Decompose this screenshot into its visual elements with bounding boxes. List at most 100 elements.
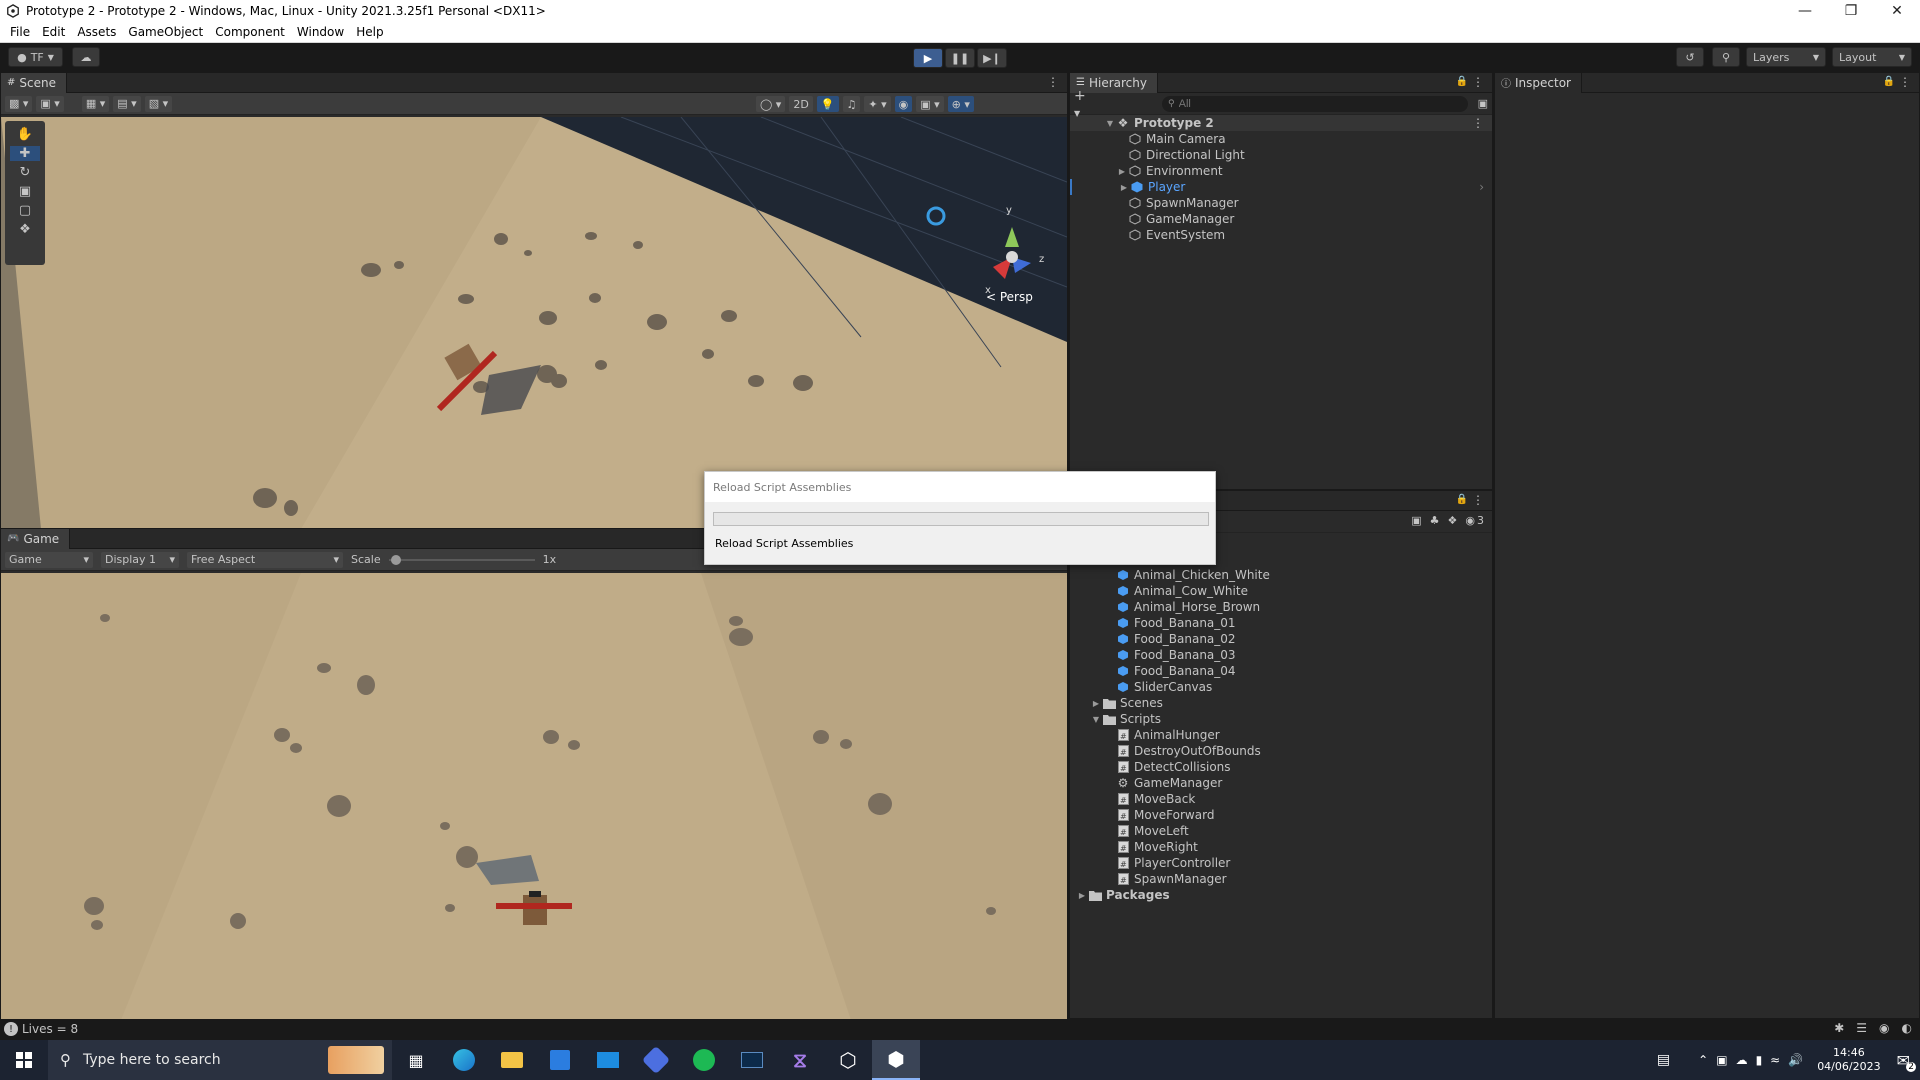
project-asset-row[interactable]: Animal_Chicken_White (1070, 567, 1492, 583)
display-dropdown[interactable]: Display 1 ▾ (101, 551, 179, 568)
account-dropdown[interactable]: ● TF ▼ (8, 47, 63, 67)
lock-icon[interactable]: 🔒 (1456, 76, 1468, 87)
menu-assets[interactable]: Assets (71, 25, 122, 39)
microphone-icon[interactable]: ▮ (1756, 1053, 1763, 1067)
project-asset-row[interactable]: # DetectCollisions (1070, 759, 1492, 775)
render-mode-dropdown[interactable]: ▣ ▾ (36, 95, 64, 112)
grid-snap-dropdown[interactable]: ▦ ▾ (81, 95, 110, 112)
status-message[interactable]: Lives = 8 (22, 1022, 78, 1036)
chevron-up-icon[interactable]: ⌃ (1698, 1053, 1708, 1067)
effects-dropdown[interactable]: ✦ ▾ (864, 96, 891, 112)
unity-editor-button[interactable]: ⬢ (872, 1040, 920, 1080)
toggle-2d-button[interactable]: 2D (789, 96, 813, 112)
cloud-button[interactable]: ☁ (72, 47, 100, 67)
project-asset-row[interactable]: # MoveForward (1070, 807, 1492, 823)
layout-dropdown[interactable]: Layout ▼ (1832, 47, 1912, 67)
news-widget-icon[interactable]: ▤ (1657, 1052, 1670, 1068)
expanded-arrow-icon[interactable]: ▼ (1090, 715, 1102, 724)
panel-menu-icon[interactable]: ⋮ (1472, 493, 1484, 507)
step-button[interactable]: ▶❙ (977, 48, 1007, 68)
project-asset-row[interactable]: # MoveRight (1070, 839, 1492, 855)
persp-label[interactable]: < Persp (986, 290, 1033, 304)
aspect-dropdown[interactable]: Free Aspect ▾ (187, 551, 343, 568)
hierarchy-item[interactable]: ▶ Environment (1070, 163, 1492, 179)
media-app-button[interactable] (632, 1040, 680, 1080)
hidden-objects-toggle-icon[interactable]: ◉ (894, 96, 913, 112)
collapsed-arrow-icon[interactable]: ▶ (1118, 183, 1130, 192)
hidden-packages-icon[interactable]: ◉ (1465, 514, 1475, 527)
grid-visibility-dropdown[interactable]: ▤ ▾ (113, 95, 141, 112)
rect-tool-icon[interactable]: ▢ (19, 203, 31, 218)
layers-dropdown[interactable]: Layers ▼ (1746, 47, 1826, 67)
project-asset-row[interactable]: # SpawnManager (1070, 871, 1492, 887)
camera-icon[interactable]: ▣ (1716, 1053, 1727, 1067)
project-asset-row[interactable]: Food_Banana_02 (1070, 631, 1492, 647)
undo-history-button[interactable]: ↺ (1676, 47, 1704, 67)
gizmos-dropdown[interactable]: ⊕ ▾ (947, 96, 974, 112)
audio-toggle-icon[interactable]: ♫ (842, 96, 861, 112)
panel-menu-icon[interactable]: ⋮ (1472, 75, 1484, 89)
tab-scene[interactable]: # Scene (1, 72, 67, 93)
task-view-button[interactable]: ▦ (392, 1040, 440, 1080)
close-button[interactable]: ✕ (1874, 0, 1920, 22)
hierarchy-search-input[interactable] (1178, 97, 1439, 110)
project-asset-row[interactable]: Food_Banana_04 (1070, 663, 1492, 679)
project-asset-row[interactable]: # PlayerController (1070, 855, 1492, 871)
project-asset-row[interactable]: Food_Banana_03 (1070, 647, 1492, 663)
search-by-label-icon[interactable]: ♣ (1430, 514, 1440, 527)
spotify-button[interactable] (680, 1040, 728, 1080)
chevron-right-icon[interactable]: › (1479, 180, 1484, 194)
onedrive-icon[interactable]: ☁ (1736, 1053, 1748, 1067)
hierarchy-search[interactable]: ⚲ (1162, 95, 1468, 112)
favorites-icon[interactable]: ❖ (1448, 514, 1458, 527)
file-explorer-button[interactable] (488, 1040, 536, 1080)
play-button[interactable]: ▶ (913, 48, 943, 68)
collapsed-arrow-icon[interactable]: ▶ (1090, 699, 1102, 708)
restore-button[interactable]: ❐ (1828, 0, 1874, 22)
collapsed-arrow-icon[interactable]: ▶ (1116, 167, 1128, 176)
menu-file[interactable]: File (4, 25, 36, 39)
camera-settings-dropdown[interactable]: ▣ ▾ (916, 96, 944, 112)
project-folder-row[interactable]: ▶ Packages (1070, 887, 1492, 903)
hierarchy-item[interactable]: Directional Light (1070, 147, 1492, 163)
game-view-dropdown[interactable]: Game ▾ (5, 551, 93, 568)
clock[interactable]: 14:46 04/06/2023 (1817, 1046, 1880, 1074)
store-button[interactable] (536, 1040, 584, 1080)
lock-icon[interactable]: 🔒 (1883, 76, 1895, 87)
wifi-icon[interactable]: ≈ (1770, 1053, 1780, 1067)
pause-button[interactable]: ❚❚ (945, 48, 975, 68)
visual-studio-button[interactable]: ⧖ (776, 1040, 824, 1080)
collapsed-arrow-icon[interactable]: ▶ (1076, 891, 1088, 900)
scale-tool-icon[interactable]: ▣ (19, 184, 31, 199)
mail-button[interactable] (584, 1040, 632, 1080)
create-dropdown[interactable]: + ▼ (1074, 88, 1096, 120)
hand-tool-icon[interactable]: ✋ (17, 127, 33, 142)
project-asset-row[interactable]: ⚙ GameManager (1070, 775, 1492, 791)
snap-increment-dropdown[interactable]: ▧ ▾ (144, 95, 173, 112)
menu-edit[interactable]: Edit (36, 25, 71, 39)
hierarchy-item[interactable]: Main Camera (1070, 131, 1492, 147)
scene-visibility-icon[interactable]: ▣ (1478, 97, 1488, 110)
unity-hub-button[interactable]: ⬡ (824, 1040, 872, 1080)
project-asset-row[interactable]: Animal_Cow_White (1070, 583, 1492, 599)
start-button[interactable] (0, 1040, 48, 1080)
scene-viewport[interactable]: y x z < Persp ✋ ✚ ↻ ▣ ▢ ❖ (1, 117, 1067, 529)
search-button[interactable]: ⚲ (1712, 47, 1740, 67)
project-folder-row[interactable]: ▶ Scenes (1070, 695, 1492, 711)
menu-component[interactable]: Component (209, 25, 291, 39)
project-asset-row[interactable]: Animal_Horse_Brown (1070, 599, 1492, 615)
scene-root-row[interactable]: ▼ ❖ Prototype 2 ⋮ (1070, 115, 1492, 131)
tab-game[interactable]: 🎮 Game (1, 528, 71, 549)
project-asset-row[interactable]: # DestroyOutOfBounds (1070, 743, 1492, 759)
project-asset-row[interactable]: # AnimalHunger (1070, 727, 1492, 743)
notifications-button[interactable]: ✉ 2 (1897, 1051, 1916, 1072)
minimize-button[interactable]: — (1782, 0, 1828, 22)
hierarchy-item[interactable]: ▶ Player › (1070, 179, 1492, 195)
project-asset-row[interactable]: # MoveLeft (1070, 823, 1492, 839)
hierarchy-item[interactable]: EventSystem (1070, 227, 1492, 243)
menu-gameobject[interactable]: GameObject (122, 25, 209, 39)
shading-mode-dropdown[interactable]: ◯ ▾ (756, 96, 786, 112)
move-tool-icon[interactable]: ✚ (10, 146, 40, 161)
transform-tool-icon[interactable]: ❖ (19, 222, 31, 237)
menu-help[interactable]: Help (350, 25, 389, 39)
